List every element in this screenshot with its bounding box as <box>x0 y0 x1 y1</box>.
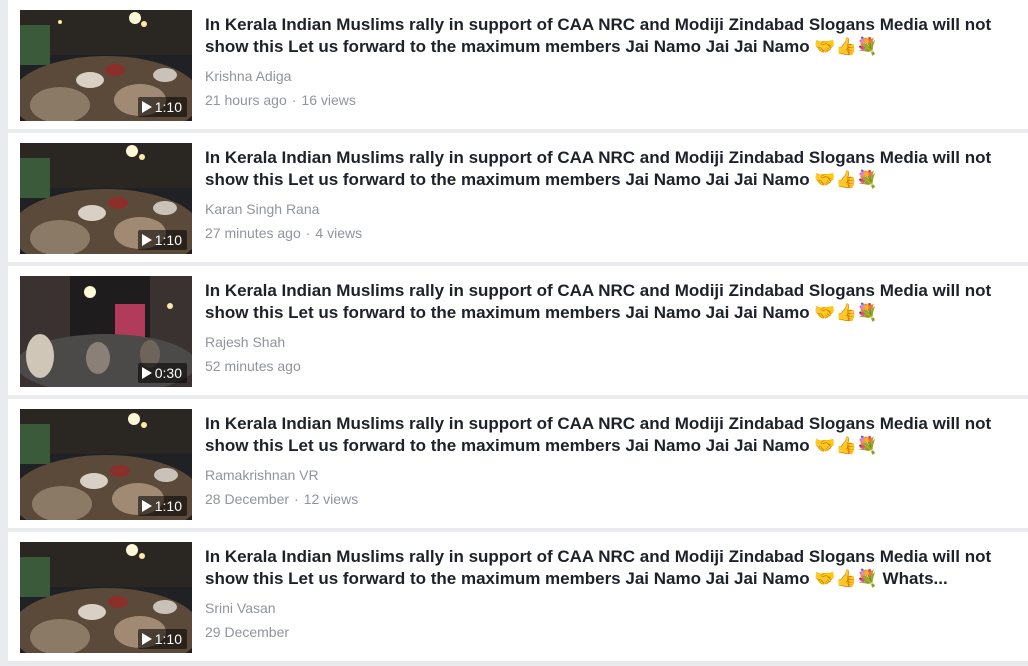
video-author-link[interactable]: Rajesh Shah <box>205 333 1005 351</box>
video-view-count: 16 views <box>301 92 356 108</box>
play-icon <box>141 633 152 645</box>
video-author-link[interactable]: Krishna Adiga <box>205 67 1005 85</box>
play-icon <box>141 500 152 512</box>
video-duration-badge: 1:10 <box>137 629 187 649</box>
video-duration-badge: 1:10 <box>137 230 187 250</box>
video-thumbnail[interactable]: 1:10 <box>20 409 192 520</box>
play-icon <box>141 234 152 246</box>
video-view-count: 12 views <box>303 491 359 507</box>
video-author-link[interactable]: Karan Singh Rana <box>205 200 1005 218</box>
video-thumbnail[interactable]: 1:10 <box>20 143 192 254</box>
video-view-count: 4 views <box>315 225 363 241</box>
video-timestamp[interactable]: 29 December <box>205 624 289 640</box>
video-result-item[interactable]: 1:10 In Kerala Indian Muslims rally in s… <box>8 532 1028 661</box>
video-results-list: 1:10 In Kerala Indian Muslims rally in s… <box>0 0 1028 666</box>
video-meta: 52 minutes ago <box>205 357 1005 375</box>
duration-text: 1:10 <box>154 631 182 647</box>
video-result-item[interactable]: 1:10 In Kerala Indian Muslims rally in s… <box>8 399 1028 528</box>
video-timestamp[interactable]: 21 hours ago <box>205 92 287 108</box>
video-thumbnail[interactable]: 0:30 <box>20 276 192 387</box>
play-icon <box>141 367 152 379</box>
video-timestamp[interactable]: 52 minutes ago <box>205 358 301 374</box>
duration-text: 1:10 <box>154 498 182 514</box>
video-duration-badge: 1:10 <box>137 496 187 516</box>
video-meta: 21 hours ago · 16 views <box>205 91 1005 109</box>
play-icon <box>141 101 152 113</box>
video-title-link[interactable]: In Kerala Indian Muslims rally in suppor… <box>205 14 1005 58</box>
meta-separator: · <box>305 225 311 241</box>
video-duration-badge: 1:10 <box>137 97 187 117</box>
video-title-link[interactable]: In Kerala Indian Muslims rally in suppor… <box>205 413 1005 457</box>
video-result-item[interactable]: 0:30 In Kerala Indian Muslims rally in s… <box>8 266 1028 395</box>
video-thumbnail[interactable]: 1:10 <box>20 10 192 121</box>
video-result-item[interactable]: 1:10 In Kerala Indian Muslims rally in s… <box>8 0 1028 129</box>
meta-separator: · <box>291 92 297 108</box>
meta-separator: · <box>294 491 299 507</box>
video-meta: 29 December <box>205 623 1005 641</box>
video-author-link[interactable]: Ramakrishnan VR <box>205 466 1005 484</box>
video-timestamp[interactable]: 28 December <box>205 491 289 507</box>
video-result-item[interactable]: 1:10 In Kerala Indian Muslims rally in s… <box>8 133 1028 262</box>
video-duration-badge: 0:30 <box>137 363 187 383</box>
video-title-link[interactable]: In Kerala Indian Muslims rally in suppor… <box>205 147 1005 191</box>
video-meta: 27 minutes ago · 4 views <box>205 224 1005 242</box>
video-timestamp[interactable]: 27 minutes ago <box>205 225 301 241</box>
video-meta: 28 December · 12 views <box>205 490 1005 508</box>
video-thumbnail[interactable]: 1:10 <box>20 542 192 653</box>
duration-text: 1:10 <box>154 232 182 248</box>
video-author-link[interactable]: Srini Vasan <box>205 599 1005 617</box>
duration-text: 1:10 <box>154 99 182 115</box>
video-title-link[interactable]: In Kerala Indian Muslims rally in suppor… <box>205 546 1005 590</box>
duration-text: 0:30 <box>154 365 182 381</box>
video-title-link[interactable]: In Kerala Indian Muslims rally in suppor… <box>205 280 1005 324</box>
